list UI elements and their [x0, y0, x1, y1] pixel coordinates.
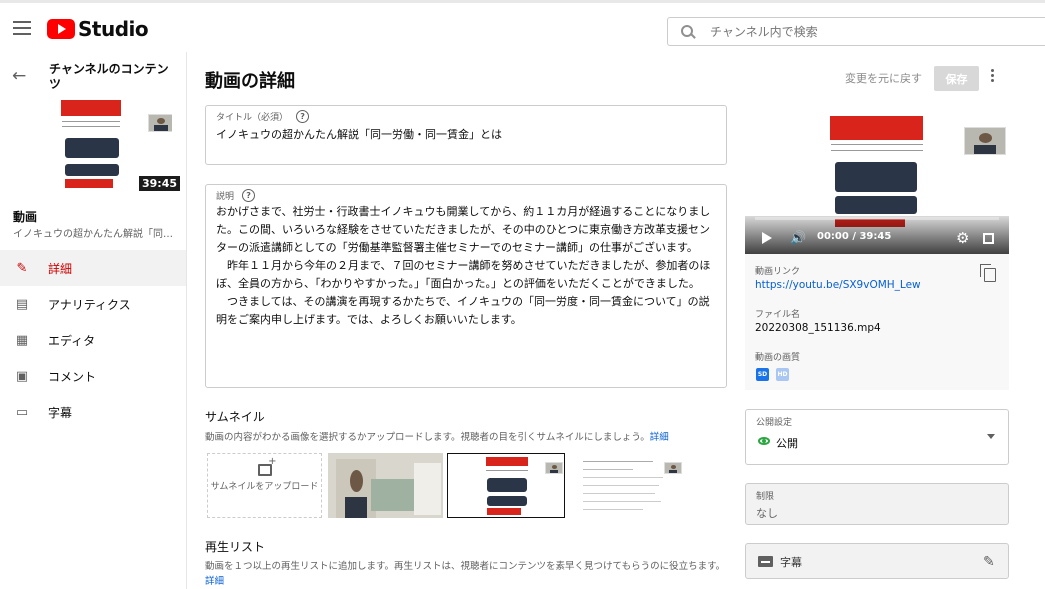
video-quality-label: 動画の画質 — [755, 353, 801, 363]
thumbnail-section-title: サムネイル — [205, 410, 265, 424]
title-label: タイトル（必須） — [216, 113, 289, 123]
visibility-value: 公開 — [776, 437, 798, 450]
logo-text: Studio — [78, 17, 149, 41]
thumbnail-note: 動画の内容がわかる画像を選択するかアップロードします。視聴者の目を引くサムネイル… — [205, 430, 725, 445]
upload-thumbnail-button[interactable]: サムネイルをアップロード — [207, 453, 322, 518]
sidebar-item-details[interactable]: ✎ 詳細 — [0, 250, 186, 286]
search-input[interactable] — [710, 24, 1010, 39]
description-value[interactable]: おかげさまで、社労士・行政書士イノキュウも開業してから、約１１カ月が経過すること… — [216, 203, 716, 329]
sidebar-item-label: エディタ — [48, 333, 96, 348]
thumbnail-options: サムネイルをアップロード — [207, 453, 687, 518]
video-subtitle: イノキュウの超かんたん解説「同一... — [13, 229, 173, 240]
video-link-label: 動画リンク — [755, 267, 801, 277]
help-icon[interactable]: ? — [242, 189, 256, 202]
volume-icon[interactable]: 🔊 — [790, 231, 806, 246]
thumbnail-note-text: 動画の内容がわかる画像を選択するかアップロードします。視聴者の目を引くサムネイル… — [205, 432, 650, 443]
left-sidebar: ← チャンネルのコンテンツ 39:45 動画 イノキュウの超かんたん解説「同一.… — [0, 52, 187, 589]
subtitles-label: 字幕 — [780, 556, 802, 569]
video-controls-bar: 🔊 00:00 / 39:45 ⚙ — [745, 216, 1009, 254]
public-eye-icon — [758, 437, 770, 445]
video-progress-bar[interactable] — [755, 217, 999, 220]
video-preview-player[interactable]: 🔊 00:00 / 39:45 ⚙ — [745, 102, 1009, 254]
description-label: 説明 — [216, 192, 235, 202]
video-details-main: 動画の詳細 変更を元に戻す 保存 タイトル（必須） ? イノキュウの超かんたん解… — [187, 52, 1045, 589]
editor-icon: ▦ — [15, 332, 29, 348]
thumbnail-learn-more-link[interactable]: 詳細 — [650, 432, 669, 443]
playlist-section-title: 再生リスト — [205, 540, 266, 554]
restriction-field[interactable]: 制限 なし — [745, 483, 1009, 525]
document-thumbnail-image — [569, 453, 684, 518]
help-icon[interactable]: ? — [296, 110, 310, 123]
thumbnail-option-1[interactable] — [328, 453, 443, 518]
channel-search-box[interactable] — [667, 17, 1045, 46]
undo-changes-button[interactable]: 変更を元に戻す — [845, 70, 922, 86]
comment-icon: ▣ — [15, 368, 29, 384]
visibility-select[interactable]: 公開設定 公開 — [745, 409, 1009, 465]
subtitles-icon — [758, 556, 773, 567]
back-arrow-icon[interactable]: ← — [12, 68, 30, 85]
thumbnail-option-3[interactable] — [569, 453, 684, 518]
sidebar-item-label: コメント — [48, 369, 97, 384]
video-duration-badge: 39:45 — [139, 176, 181, 191]
sidebar-item-label: 詳細 — [48, 261, 73, 276]
analytics-icon: ▤ — [15, 296, 29, 312]
settings-gear-icon[interactable]: ⚙ — [956, 229, 969, 247]
sd-quality-badge: SD — [756, 368, 769, 381]
restriction-value: なし — [756, 507, 778, 520]
thumbnail-option-2-selected[interactable] — [447, 453, 565, 518]
slide-thumbnail-image — [448, 454, 564, 517]
sidebar-navigation: ✎ 詳細 ▤ アナリティクス ▦ エディタ ▣ コメント ▭ 字幕 — [0, 250, 186, 430]
youtube-play-logo-icon — [47, 19, 75, 39]
channel-content-title[interactable]: チャンネルのコンテンツ — [49, 62, 174, 92]
page-title: 動画の詳細 — [205, 71, 295, 92]
subtitles-field[interactable]: 字幕 ✎ — [745, 543, 1009, 579]
playlist-note: 動画を１つ以上の再生リストに追加します。再生リストは、視聴者にコンテンツを素早く… — [205, 559, 727, 589]
video-link[interactable]: https://youtu.be/SX9vOMH_Lew — [755, 279, 921, 291]
youtube-studio-logo[interactable]: Studio — [47, 17, 149, 41]
pencil-icon: ✎ — [16, 260, 28, 276]
save-button[interactable]: 保存 — [934, 66, 979, 91]
sidebar-item-analytics[interactable]: ▤ アナリティクス — [0, 286, 186, 322]
sidebar-item-subtitles[interactable]: ▭ 字幕 — [0, 394, 186, 430]
title-field[interactable]: タイトル（必須） ? イノキュウの超かんたん解説「同一労働・同一賃金」とは — [205, 105, 727, 165]
fullscreen-icon[interactable] — [983, 233, 994, 244]
description-label-row: 説明 ? — [216, 189, 256, 202]
restriction-label: 制限 — [756, 492, 775, 502]
sidebar-item-comments[interactable]: ▣ コメント — [0, 358, 186, 394]
hamburger-menu-icon[interactable] — [13, 21, 31, 35]
filename-value: 20220308_151136.mp4 — [755, 322, 881, 334]
visibility-label: 公開設定 — [756, 418, 793, 428]
copy-link-icon[interactable] — [980, 264, 996, 282]
filename-label: ファイル名 — [755, 310, 801, 320]
more-options-icon[interactable] — [990, 69, 996, 87]
sidebar-item-label: 字幕 — [48, 405, 73, 420]
edit-pencil-icon[interactable]: ✎ — [983, 554, 995, 570]
video-heading: 動画 — [13, 210, 38, 224]
title-value[interactable]: イノキュウの超かんたん解説「同一労働・同一賃金」とは — [216, 126, 502, 142]
video-time: 00:00 / 39:45 — [817, 231, 892, 242]
description-field[interactable]: 説明 ? おかげさまで、社労士・行政書士イノキュウも開業してから、約１１カ月が経… — [205, 184, 727, 388]
add-photo-icon — [257, 456, 277, 476]
search-icon — [681, 24, 695, 39]
hd-quality-badge: HD — [776, 368, 789, 381]
playlist-learn-more-link[interactable]: 詳細 — [205, 576, 224, 587]
sidebar-item-label: アナリティクス — [48, 297, 131, 312]
sidebar-item-editor[interactable]: ▦ エディタ — [0, 322, 186, 358]
play-icon[interactable] — [762, 232, 772, 244]
video-info-panel: 🔊 00:00 / 39:45 ⚙ 動画リンク https://youtu.be… — [745, 102, 1009, 390]
top-app-bar: Studio — [0, 0, 1045, 56]
playlist-note-text: 動画を１つ以上の再生リストに追加します。再生リストは、視聴者にコンテンツを素早く… — [205, 561, 726, 572]
upload-thumbnail-label: サムネイルをアップロード — [210, 482, 319, 492]
subtitles-icon: ▭ — [15, 404, 29, 420]
title-label-row: タイトル（必須） ? — [216, 110, 310, 123]
dropdown-arrow-icon — [987, 434, 995, 439]
